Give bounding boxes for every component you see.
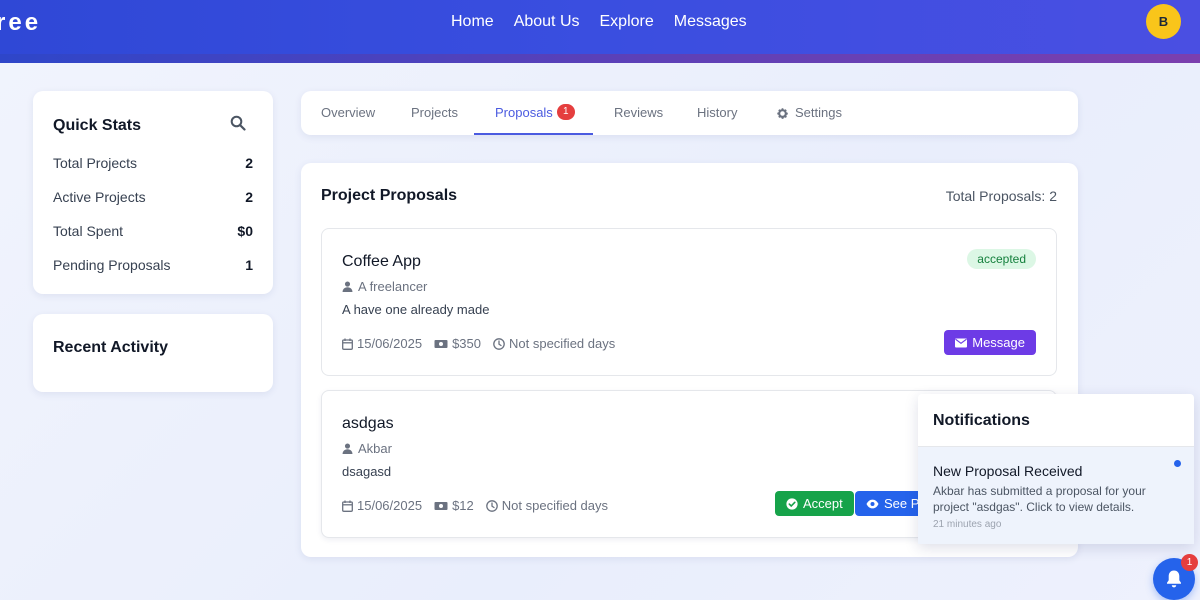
notification-title: New Proposal Received	[933, 463, 1083, 479]
dashboard-tabs: Overview Projects Proposals 1 Reviews His…	[301, 91, 1078, 135]
notification-count-badge: 1	[1181, 554, 1198, 571]
proposal-card[interactable]: Coffee App accepted A freelancer A have …	[321, 228, 1057, 376]
proposal-description: A have one already made	[342, 302, 490, 317]
author-name: Akbar	[358, 441, 392, 456]
tab-label: Proposals	[495, 105, 553, 120]
gear-icon	[776, 107, 789, 120]
header-accent-bar	[0, 54, 1200, 63]
amount-value: $350	[452, 336, 481, 351]
main-nav: Home About Us Explore Messages	[441, 12, 757, 32]
bell-icon	[1165, 569, 1183, 589]
stat-value: $0	[237, 223, 253, 239]
money-icon	[434, 339, 448, 349]
proposal-date: 15/06/2025	[342, 336, 422, 351]
proposal-author: A freelancer	[342, 279, 427, 294]
stat-pending-proposals: Pending Proposals 1	[53, 257, 253, 273]
user-icon	[342, 443, 353, 454]
tab-overview[interactable]: Overview	[321, 91, 375, 135]
user-avatar[interactable]: B	[1146, 4, 1181, 39]
proposal-date: 15/06/2025	[342, 498, 422, 513]
user-icon	[342, 281, 353, 292]
quick-stats-title: Quick Stats	[53, 117, 142, 134]
calendar-icon	[342, 500, 353, 512]
proposal-meta: 15/06/2025 $350 Not specified days	[342, 336, 615, 351]
notifications-title: Notifications	[933, 412, 1030, 429]
envelope-icon	[955, 338, 968, 348]
proposal-amount: $350	[434, 336, 481, 351]
proposal-title: asdgas	[342, 415, 394, 432]
search-icon[interactable]	[230, 115, 250, 135]
stat-active-projects: Active Projects 2	[53, 189, 253, 205]
stat-value: 1	[245, 257, 253, 273]
notification-item[interactable]: New Proposal Received Akbar has submitte…	[918, 446, 1194, 544]
nav-explore-link[interactable]: Explore	[590, 12, 664, 32]
clock-icon	[485, 499, 498, 512]
top-navbar: ree Home About Us Explore Messages B	[0, 0, 1200, 54]
tab-proposals[interactable]: Proposals 1	[474, 91, 593, 135]
tab-reviews[interactable]: Reviews	[614, 91, 663, 135]
nav-home-link[interactable]: Home	[441, 12, 504, 32]
total-proposals-count: Total Proposals: 2	[945, 188, 1057, 204]
recent-activity-card: Recent Activity	[33, 314, 273, 392]
proposal-author: Akbar	[342, 441, 392, 456]
stat-total-projects: Total Projects 2	[53, 155, 253, 171]
stat-label: Total Spent	[53, 223, 124, 239]
stat-label: Total Projects	[53, 155, 138, 171]
project-proposals-title: Project Proposals	[321, 187, 458, 204]
quick-stats-card: Quick Stats Total Projects 2 Active Proj…	[33, 91, 273, 294]
tab-label: History	[697, 105, 738, 120]
proposal-description: dsagasd	[342, 464, 392, 479]
proposal-duration: Not specified days	[485, 498, 609, 513]
tab-label: Projects	[411, 105, 458, 120]
proposal-duration: Not specified days	[493, 336, 615, 351]
stat-value: 2	[245, 189, 253, 205]
amount-value: $12	[452, 498, 474, 513]
tab-label: Settings	[795, 105, 842, 120]
message-button[interactable]: Message	[944, 330, 1036, 355]
notification-time: 21 minutes ago	[933, 519, 1002, 530]
date-value: 15/06/2025	[357, 336, 423, 351]
date-value: 15/06/2025	[357, 498, 423, 513]
tab-label: Overview	[321, 105, 376, 120]
nav-about-link[interactable]: About Us	[504, 12, 590, 32]
duration-value: Not specified days	[501, 498, 609, 513]
proposal-meta: 15/06/2025 $12 Not specified days	[342, 498, 608, 513]
duration-value: Not specified days	[509, 336, 616, 351]
eye-icon	[866, 499, 879, 509]
tab-history[interactable]: History	[697, 91, 737, 135]
notifications-panel: Notifications New Proposal Received Akba…	[918, 394, 1194, 544]
accept-button[interactable]: Accept	[775, 491, 854, 516]
stat-value: 2	[245, 155, 253, 171]
unread-dot	[1174, 460, 1181, 467]
stat-label: Pending Proposals	[53, 257, 171, 273]
money-icon	[434, 501, 448, 511]
clock-icon	[493, 337, 505, 350]
proposal-amount: $12	[434, 498, 474, 513]
notification-body: Akbar has submitted a proposal for your …	[933, 484, 1146, 514]
brand-logo[interactable]: ree	[0, 9, 41, 37]
tab-settings[interactable]: Settings	[776, 91, 842, 135]
status-badge: accepted	[967, 249, 1036, 269]
tab-projects[interactable]: Projects	[411, 91, 458, 135]
author-name: A freelancer	[358, 279, 428, 294]
button-label: Accept	[803, 496, 843, 511]
nav-messages-link[interactable]: Messages	[664, 12, 757, 32]
check-circle-icon	[786, 497, 798, 510]
stat-label: Active Projects	[53, 189, 146, 205]
button-label: Message	[972, 335, 1025, 350]
tab-label: Reviews	[614, 105, 664, 120]
recent-activity-title: Recent Activity	[53, 339, 168, 356]
calendar-icon	[342, 338, 353, 350]
proposals-count-badge: 1	[556, 103, 575, 120]
proposal-title: Coffee App	[342, 253, 421, 270]
stat-total-spent: Total Spent $0	[53, 223, 253, 239]
